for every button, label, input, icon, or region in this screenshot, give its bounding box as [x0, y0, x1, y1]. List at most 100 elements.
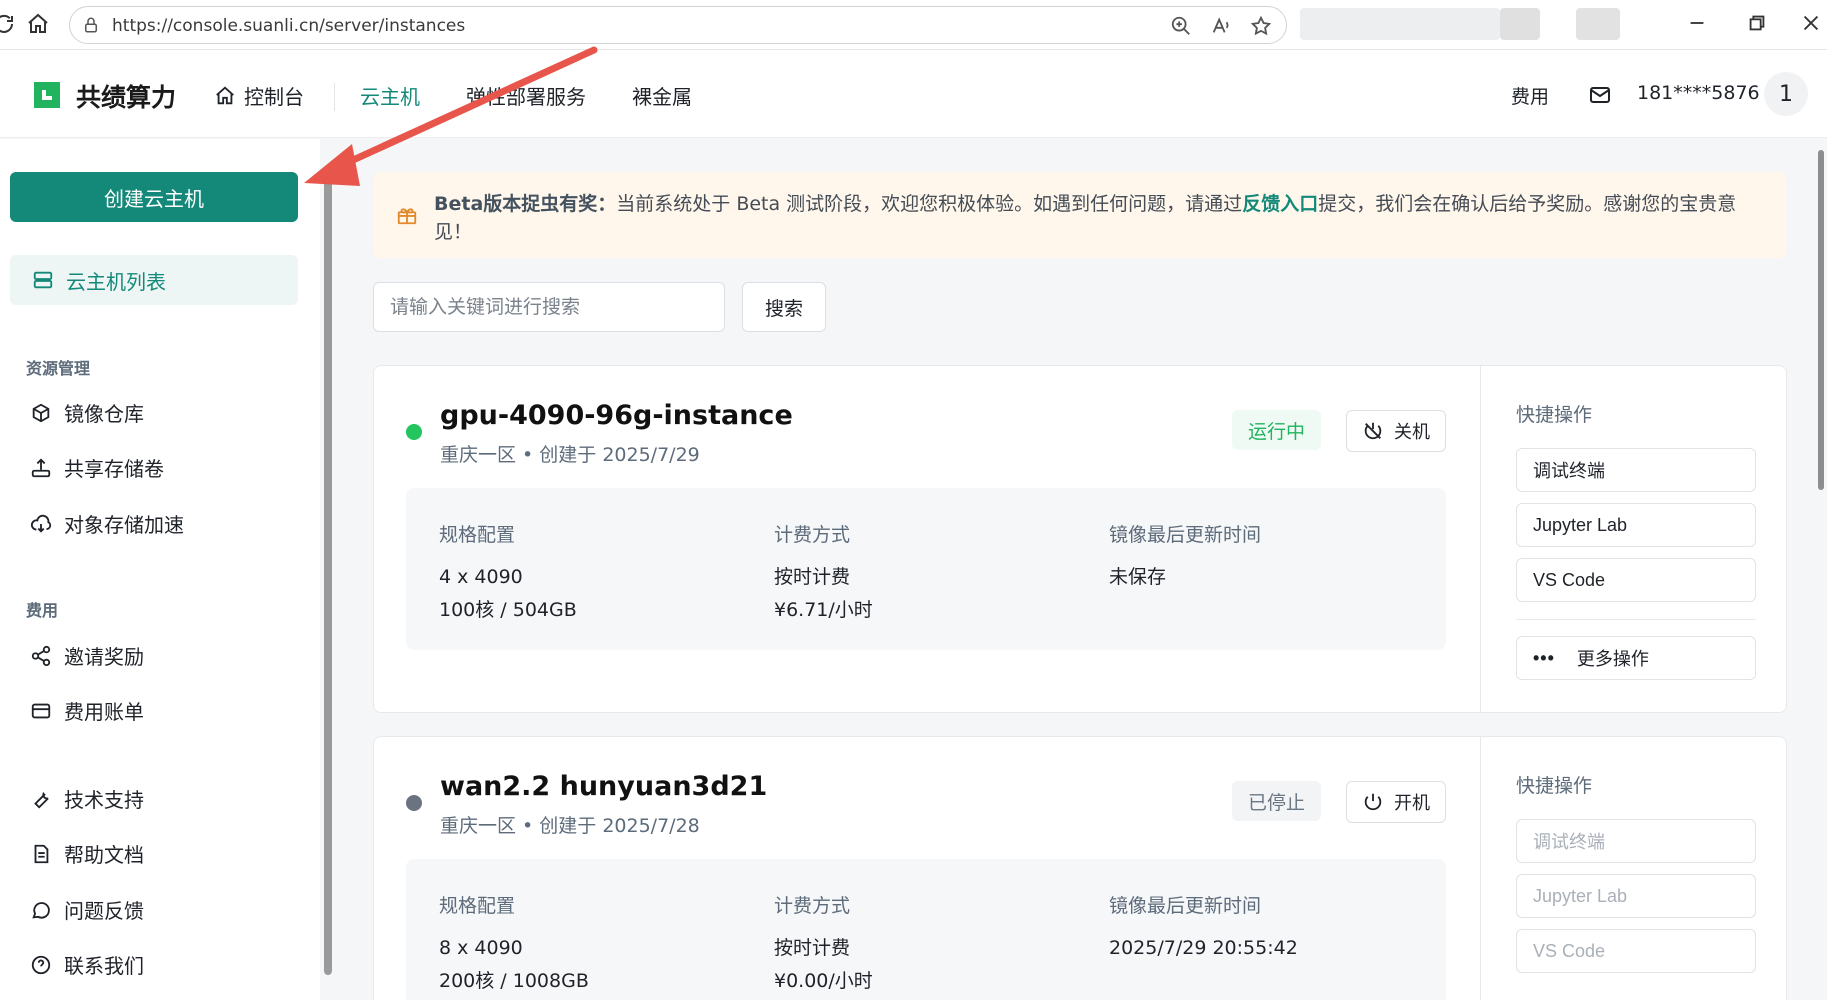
status-badge: 运行中: [1232, 410, 1322, 450]
spec-cpu: 100核 / 504GB: [439, 599, 577, 621]
page-scrollbar-thumb[interactable]: [1818, 150, 1824, 490]
vs-code-button[interactable]: VS Code: [1516, 929, 1756, 973]
sidebar-item-bills[interactable]: 费用账单: [30, 696, 144, 725]
search-button[interactable]: 搜索: [742, 282, 826, 332]
more-actions-label: 更多操作: [1576, 649, 1649, 669]
feedback-link[interactable]: 反馈入口: [1242, 193, 1318, 215]
section-resources: 资源管理: [26, 359, 91, 378]
close-window-icon[interactable]: [1800, 12, 1822, 34]
nav-divider: [334, 83, 335, 111]
avatar[interactable]: 1: [1764, 72, 1808, 116]
jupyter-lab-button[interactable]: Jupyter Lab: [1516, 874, 1756, 918]
power-icon: [1364, 793, 1382, 811]
instance-name[interactable]: gpu-4090-96g-instance: [440, 400, 793, 431]
url-text[interactable]: https://console.suanli.cn/server/instanc…: [112, 16, 465, 36]
instance-meta: 重庆一区 • 创建于 2025/7/29: [440, 444, 700, 466]
instance-card: gpu-4090-96g-instance 重庆一区 • 创建于 2025/7/…: [373, 365, 1787, 713]
spec-gpu: 4 x 4090: [439, 566, 523, 588]
sidebar-item-label: 技术支持: [64, 788, 144, 812]
sidebar-item-label: 对象存储加速: [64, 513, 184, 537]
chat-bubble-icon: [32, 901, 50, 919]
read-aloud-icon[interactable]: [1210, 15, 1232, 37]
instance-details: 规格配置 8 x 4090 200核 / 1008GB 计费方式 按时计费 ¥0…: [406, 859, 1446, 1000]
favorite-star-icon[interactable]: [1250, 15, 1272, 37]
status-dot: [406, 424, 422, 440]
image-column: 镜像最后更新时间 未保存: [1109, 520, 1261, 594]
instance-name[interactable]: wan2.2 hunyuan3d21: [440, 771, 767, 802]
quick-actions-title: 快捷操作: [1516, 775, 1593, 797]
sidebar-item-label: 云主机列表: [66, 269, 166, 294]
sidebar-item-label: 镜像仓库: [64, 402, 144, 426]
cloud-sync-icon: [30, 514, 52, 533]
search-input[interactable]: [373, 282, 725, 332]
vs-code-button[interactable]: VS Code: [1516, 558, 1756, 602]
debug-terminal-button[interactable]: 调试终端: [1516, 819, 1756, 863]
logo-icon[interactable]: [30, 78, 64, 112]
sidebar-item-invite-reward[interactable]: 邀请奖励: [30, 641, 144, 670]
sidebar-item-help-docs[interactable]: 帮助文档: [30, 839, 144, 868]
lock-icon[interactable]: [82, 16, 100, 34]
quick-actions-title: 快捷操作: [1516, 404, 1593, 426]
refresh-icon[interactable]: [0, 12, 16, 36]
quick-actions-panel: 快捷操作 调试终端 Jupyter Lab VS Code ••• 更多操作: [1480, 366, 1786, 712]
nav-console-label: 控制台: [244, 85, 304, 109]
sidebar-item-feedback[interactable]: 问题反馈: [30, 895, 144, 924]
spec-column: 规格配置 8 x 4090 200核 / 1008GB: [439, 891, 589, 998]
nav-console[interactable]: 控制台: [214, 81, 304, 110]
home-icon[interactable]: [26, 12, 50, 36]
sidebar-item-object-storage[interactable]: 对象存储加速: [30, 509, 184, 538]
image-label: 镜像最后更新时间: [1109, 524, 1262, 546]
sidebar-item-label: 共享存储卷: [64, 457, 164, 481]
image-column: 镜像最后更新时间 2025/7/29 20:55:42: [1109, 891, 1298, 965]
restore-icon[interactable]: [1746, 12, 1768, 34]
image-time: 2025/7/29 20:55:42: [1109, 937, 1298, 959]
nav-cloud-host[interactable]: 云主机: [360, 81, 420, 110]
instance-card: wan2.2 hunyuan3d21 重庆一区 • 创建于 2025/7/28 …: [373, 736, 1787, 1000]
banner-text-before: 当前系统处于 Beta 测试阶段，欢迎您积极体验。如遇到任何问题，请通过: [616, 193, 1243, 215]
more-actions-button[interactable]: ••• 更多操作: [1516, 636, 1756, 680]
user-phone[interactable]: 181****5876: [1637, 82, 1760, 104]
billing-column: 计费方式 按时计费 ¥6.71/小时: [774, 520, 873, 627]
nav-elastic-deploy[interactable]: 弹性部署服务: [466, 81, 586, 110]
app-header: 共绩算力 控制台 云主机 弹性部署服务 裸金属 费用 181****5876 1: [0, 50, 1827, 138]
billing-label: 计费方式: [774, 524, 851, 546]
cube-icon: [32, 403, 50, 422]
sidebar-item-shared-volume[interactable]: 共享存储卷: [30, 453, 164, 482]
billing-label: 计费方式: [774, 895, 851, 917]
billing-mode: 按时计费: [774, 566, 851, 588]
brand-name[interactable]: 共绩算力: [76, 78, 176, 114]
beta-banner: Beta版本捉虫有奖：当前系统处于 Beta 测试阶段，欢迎您积极体验。如遇到任…: [374, 172, 1786, 258]
sidebar-scrollbar-thumb[interactable]: [324, 175, 332, 975]
address-bar[interactable]: https://console.suanli.cn/server/instanc…: [69, 6, 1287, 44]
more-dots-icon: •••: [1533, 647, 1555, 668]
mail-icon[interactable]: [1588, 83, 1612, 107]
shutdown-button[interactable]: 关机: [1346, 410, 1446, 452]
nav-elastic-deploy-label: 弹性部署服务: [466, 85, 586, 109]
sidebar-item-instance-list[interactable]: 云主机列表: [10, 255, 298, 305]
sidebar-item-label: 费用账单: [64, 700, 144, 724]
instance-details: 规格配置 4 x 4090 100核 / 504GB 计费方式 按时计费 ¥6.…: [406, 488, 1446, 650]
power-off-icon: [1364, 422, 1382, 440]
upload-storage-icon: [31, 457, 51, 477]
zoom-icon[interactable]: [1170, 15, 1192, 37]
divider: [1516, 619, 1756, 620]
start-label: 开机: [1394, 793, 1430, 813]
home-icon: [216, 86, 234, 104]
sidebar-item-contact-us[interactable]: 联系我们: [30, 950, 144, 979]
jupyter-lab-button[interactable]: Jupyter Lab: [1516, 503, 1756, 547]
section-fees: 费用: [26, 601, 59, 620]
blurred-extension: [1576, 8, 1620, 40]
debug-terminal-button[interactable]: 调试终端: [1516, 448, 1756, 492]
shutdown-label: 关机: [1394, 422, 1430, 442]
sidebar-item-label: 邀请奖励: [64, 645, 144, 669]
sidebar-item-image-repo[interactable]: 镜像仓库: [30, 398, 144, 427]
sidebar-item-tech-support[interactable]: 技术支持: [30, 784, 144, 813]
nav-bare-metal[interactable]: 裸金属: [632, 81, 692, 110]
fees-link[interactable]: 费用: [1511, 82, 1549, 109]
create-cloud-host-button[interactable]: 创建云主机: [10, 172, 298, 222]
image-time: 未保存: [1109, 566, 1167, 588]
banner-message: Beta版本捉虫有奖：当前系统处于 Beta 测试阶段，欢迎您积极体验。如遇到任…: [434, 190, 1764, 246]
start-button[interactable]: 开机: [1346, 781, 1446, 823]
minimize-icon[interactable]: [1686, 12, 1708, 34]
image-label: 镜像最后更新时间: [1109, 895, 1262, 917]
